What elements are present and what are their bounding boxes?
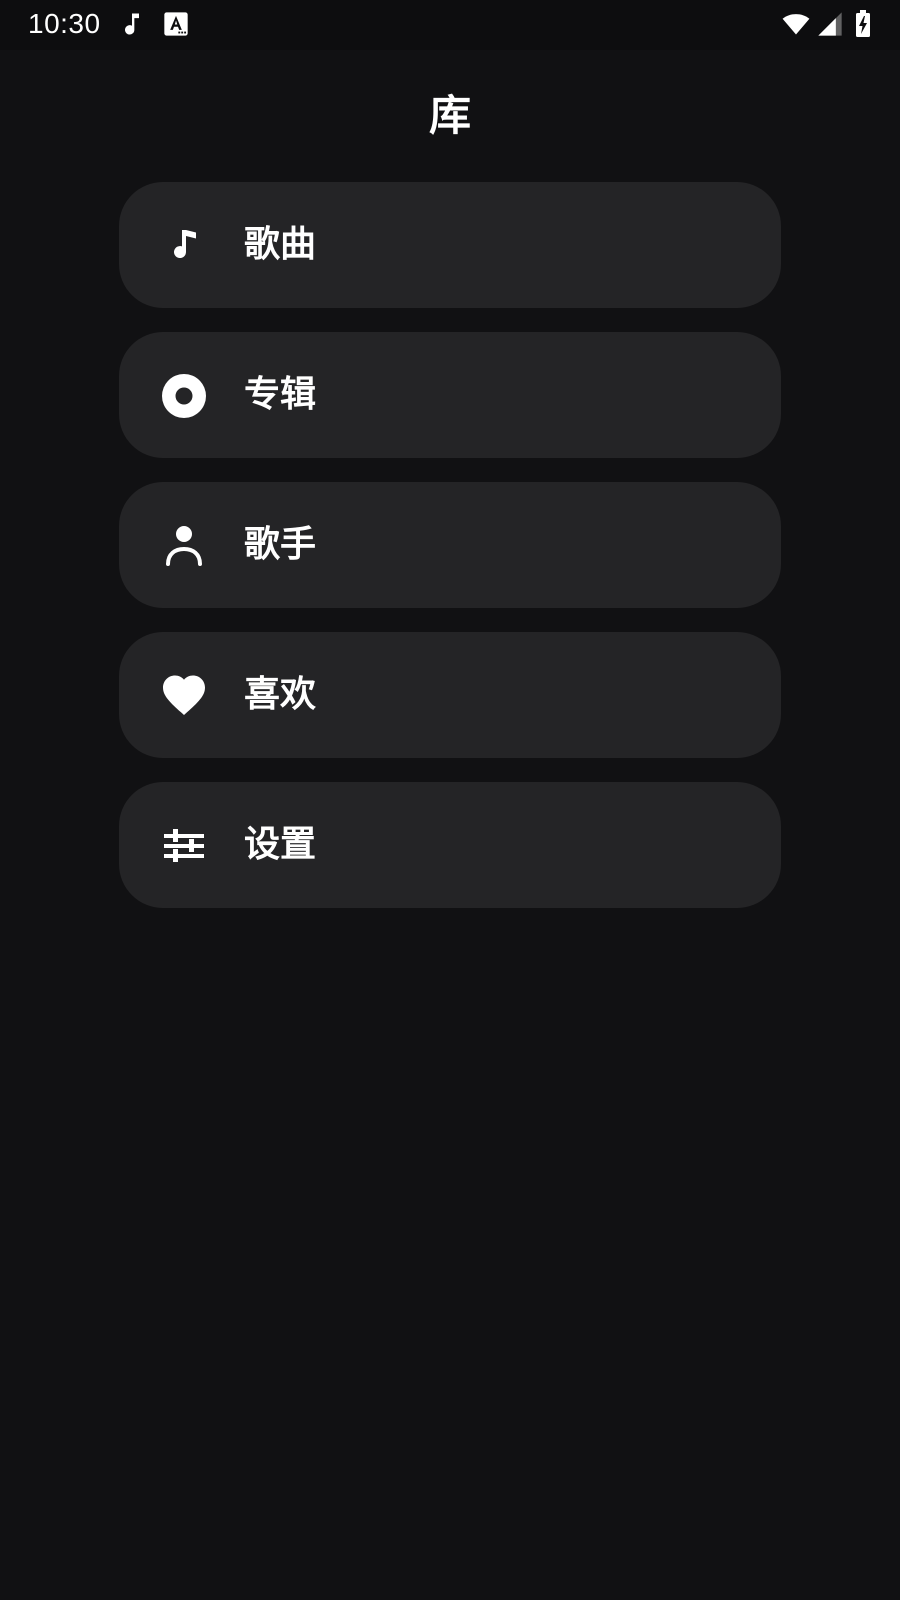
music-note-icon	[161, 223, 207, 269]
page-title: 库	[428, 91, 471, 140]
menu-item-label: 设置	[244, 824, 317, 865]
menu-item-songs[interactable]: 歌曲	[119, 182, 781, 308]
menu-item-settings[interactable]: 设置	[119, 782, 781, 908]
battery-charging-icon	[852, 10, 874, 38]
text-a-icon	[162, 10, 190, 38]
person-icon	[161, 523, 207, 569]
library-menu: 歌曲 专辑 歌手 喜欢 设置	[119, 182, 781, 932]
menu-item-artists[interactable]: 歌手	[119, 482, 781, 608]
menu-item-label: 专辑	[244, 374, 317, 415]
settings-sliders-icon	[161, 823, 207, 869]
menu-item-label: 喜欢	[244, 674, 317, 715]
status-time: 10:30	[28, 8, 101, 39]
cellular-signal-icon	[816, 10, 844, 38]
music-note-icon	[118, 10, 146, 38]
menu-item-favorites[interactable]: 喜欢	[119, 632, 781, 758]
album-disc-icon	[161, 373, 207, 419]
heart-icon	[161, 673, 207, 719]
status-bar: 10:30	[0, 0, 900, 50]
library-screen: 10:30 库 歌曲 专辑 歌手 喜欢 设置	[0, 0, 900, 1600]
menu-item-albums[interactable]: 专辑	[119, 332, 781, 458]
menu-item-label: 歌曲	[244, 224, 317, 265]
menu-item-label: 歌手	[244, 524, 317, 565]
wifi-icon	[780, 10, 812, 38]
